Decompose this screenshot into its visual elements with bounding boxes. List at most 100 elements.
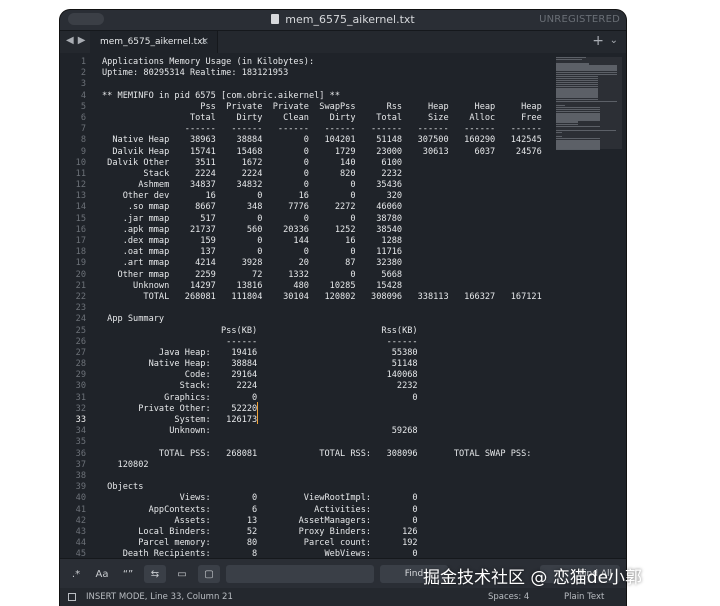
line-number: 41 bbox=[75, 504, 86, 515]
line-number: 14 bbox=[75, 202, 86, 213]
minimap-line bbox=[556, 131, 562, 134]
code-line: Dalvik Other 3511 1672 0 140 6100 bbox=[102, 157, 403, 168]
code-line: Stack: 2224 2232 bbox=[102, 381, 418, 392]
code-line: TOTAL 268081 111804 30104 120802 308096 … bbox=[102, 291, 542, 302]
code-line: AppContexts: 6 Activities: 0 bbox=[102, 504, 418, 515]
line-number: 13 bbox=[75, 191, 86, 202]
line-number: 27 bbox=[75, 347, 86, 358]
code-line: Uptime: 80295314 Realtime: 183121953 bbox=[102, 68, 289, 79]
line-number: 26 bbox=[75, 336, 86, 347]
syntax-selector[interactable]: Plain Text bbox=[564, 592, 604, 602]
status-bar: INSERT MODE, Line 33, Column 21 Spaces: … bbox=[60, 588, 626, 606]
find-input[interactable] bbox=[226, 565, 374, 583]
back-arrow-icon[interactable]: ◀ bbox=[66, 35, 74, 46]
window-title-label: mem_6575_aikernel.txt bbox=[285, 13, 415, 26]
tab-mem-file[interactable]: mem_6575_aikernel.txt × bbox=[90, 31, 218, 53]
tab-navigation: ◀ ▶ bbox=[66, 35, 89, 46]
code-line: Java Heap: 19416 55380 bbox=[102, 347, 418, 358]
code-line: Pss Private Private SwapPss Rss Heap Hea… bbox=[102, 101, 542, 112]
code-line: Parcel memory: 80 Parcel count: 192 bbox=[102, 538, 418, 549]
line-number: 39 bbox=[75, 482, 86, 493]
code-line: Applications Memory Usage (in Kilobytes)… bbox=[102, 57, 315, 67]
line-number: 4 bbox=[80, 90, 86, 101]
case-sensitive-toggle[interactable]: Aa bbox=[92, 565, 112, 583]
line-number: 19 bbox=[75, 258, 86, 269]
tab-overflow-icon[interactable]: ⌄ bbox=[610, 35, 618, 46]
line-number: 6 bbox=[80, 112, 86, 123]
line-number: 28 bbox=[75, 359, 86, 370]
code-area[interactable]: Applications Memory Usage (in Kilobytes)… bbox=[102, 57, 552, 558]
indentation-setting[interactable]: Spaces: 4 bbox=[488, 592, 529, 602]
highlight-matches-icon[interactable]: ▢ bbox=[198, 565, 220, 583]
code-line: TOTAL PSS: 268081 TOTAL RSS: 308096 TOTA… bbox=[102, 448, 532, 459]
minimap[interactable] bbox=[556, 57, 622, 150]
code-line: Stack 2224 2224 0 820 2232 bbox=[102, 168, 403, 179]
code-line: Death Recipients: 8 WebViews: 0 bbox=[102, 549, 418, 558]
code-line: .art mmap 4214 3928 20 87 32380 bbox=[102, 258, 403, 269]
code-line: Ashmem 34837 34832 0 0 35436 bbox=[102, 180, 403, 191]
in-selection-icon[interactable]: ▭ bbox=[172, 565, 192, 583]
line-number: 9 bbox=[80, 146, 86, 157]
line-number: 12 bbox=[75, 180, 86, 191]
file-icon bbox=[271, 14, 280, 24]
line-number: 30 bbox=[75, 381, 86, 392]
line-number: 16 bbox=[75, 224, 86, 235]
line-number: 1 bbox=[80, 57, 86, 67]
line-number-gutter: 1 2 3 4 5 6 7 8 9 10 11 12 13 14 15 16 17 18 19 20 21 22 23 24 2… bbox=[60, 57, 92, 558]
code-line: .apk mmap 21737 560 20336 1252 38540 bbox=[102, 224, 403, 235]
code-line: System: 126173 bbox=[102, 415, 258, 425]
tab-label: mem_6575_aikernel.txt bbox=[100, 37, 206, 47]
title-bar: mem_6575_aikernel.txt UNREGISTERED bbox=[60, 10, 626, 31]
text-cursor bbox=[257, 402, 258, 424]
code-line: ** MEMINFO in pid 6575 [com.obric.aikern… bbox=[102, 90, 340, 101]
line-number: 37 bbox=[75, 459, 86, 470]
close-tab-icon[interactable]: × bbox=[201, 36, 209, 47]
line-number: 2 bbox=[80, 68, 86, 79]
code-line: .jar mmap 517 0 0 0 38780 bbox=[102, 213, 403, 224]
whole-word-toggle[interactable]: “” bbox=[118, 565, 138, 583]
text-editor[interactable]: 1 2 3 4 5 6 7 8 9 10 11 12 13 14 15 16 17 18 19 20 21 22 23 24 2… bbox=[60, 53, 626, 558]
code-line: 120802 bbox=[102, 459, 149, 470]
line-number: 5 bbox=[80, 101, 86, 112]
line-number: 18 bbox=[75, 247, 86, 258]
minimap-line bbox=[556, 100, 617, 103]
line-number: 24 bbox=[75, 314, 86, 325]
code-line: .oat mmap 137 0 0 0 11716 bbox=[102, 247, 403, 258]
code-line: App Summary bbox=[102, 314, 165, 325]
line-number: 38 bbox=[75, 470, 86, 481]
code-line: .so mmap 8667 348 7776 2272 46060 bbox=[102, 202, 403, 213]
editor-window: mem_6575_aikernel.txt UNREGISTERED ◀ ▶ me… bbox=[60, 10, 626, 606]
code-line: Graphics: 0 0 bbox=[102, 392, 418, 403]
line-number: 32 bbox=[75, 403, 86, 414]
code-line: Views: 0 ViewRootImpl: 0 bbox=[102, 493, 418, 504]
line-number: 31 bbox=[75, 392, 86, 403]
code-line: Total Dirty Clean Dirty Total Size Alloc… bbox=[102, 112, 542, 123]
minimap-line bbox=[556, 129, 616, 132]
status-mode: INSERT MODE, Line 33, Column 21 bbox=[86, 592, 233, 602]
line-number: 10 bbox=[75, 157, 86, 168]
code-line: Objects bbox=[102, 482, 144, 493]
line-number: 43 bbox=[75, 526, 86, 537]
minimap-line bbox=[556, 148, 600, 150]
forward-arrow-icon[interactable]: ▶ bbox=[78, 35, 86, 46]
minimap-line bbox=[556, 125, 600, 127]
panel-toggle-icon[interactable] bbox=[68, 593, 76, 601]
code-line: Native Heap 38963 38884 0 104201 51148 3… bbox=[102, 135, 542, 146]
line-number: 21 bbox=[75, 280, 86, 291]
line-number: 8 bbox=[80, 135, 86, 146]
new-tab-icon[interactable]: + bbox=[592, 33, 604, 49]
line-number: 25 bbox=[75, 325, 86, 336]
wrap-toggle-icon[interactable]: ⇆ bbox=[144, 565, 166, 583]
code-line: Unknown 14297 13816 480 10285 15428 bbox=[102, 280, 403, 291]
line-number: 20 bbox=[75, 269, 86, 280]
code-line: Assets: 13 AssetManagers: 0 bbox=[102, 515, 418, 526]
registration-status: UNREGISTERED bbox=[539, 14, 620, 25]
minimap-line bbox=[556, 59, 582, 61]
line-number: 17 bbox=[75, 236, 86, 246]
line-number: 36 bbox=[75, 448, 86, 459]
line-number: 33 bbox=[75, 415, 86, 425]
regex-toggle[interactable]: .* bbox=[66, 565, 86, 583]
line-number: 7 bbox=[80, 124, 86, 135]
